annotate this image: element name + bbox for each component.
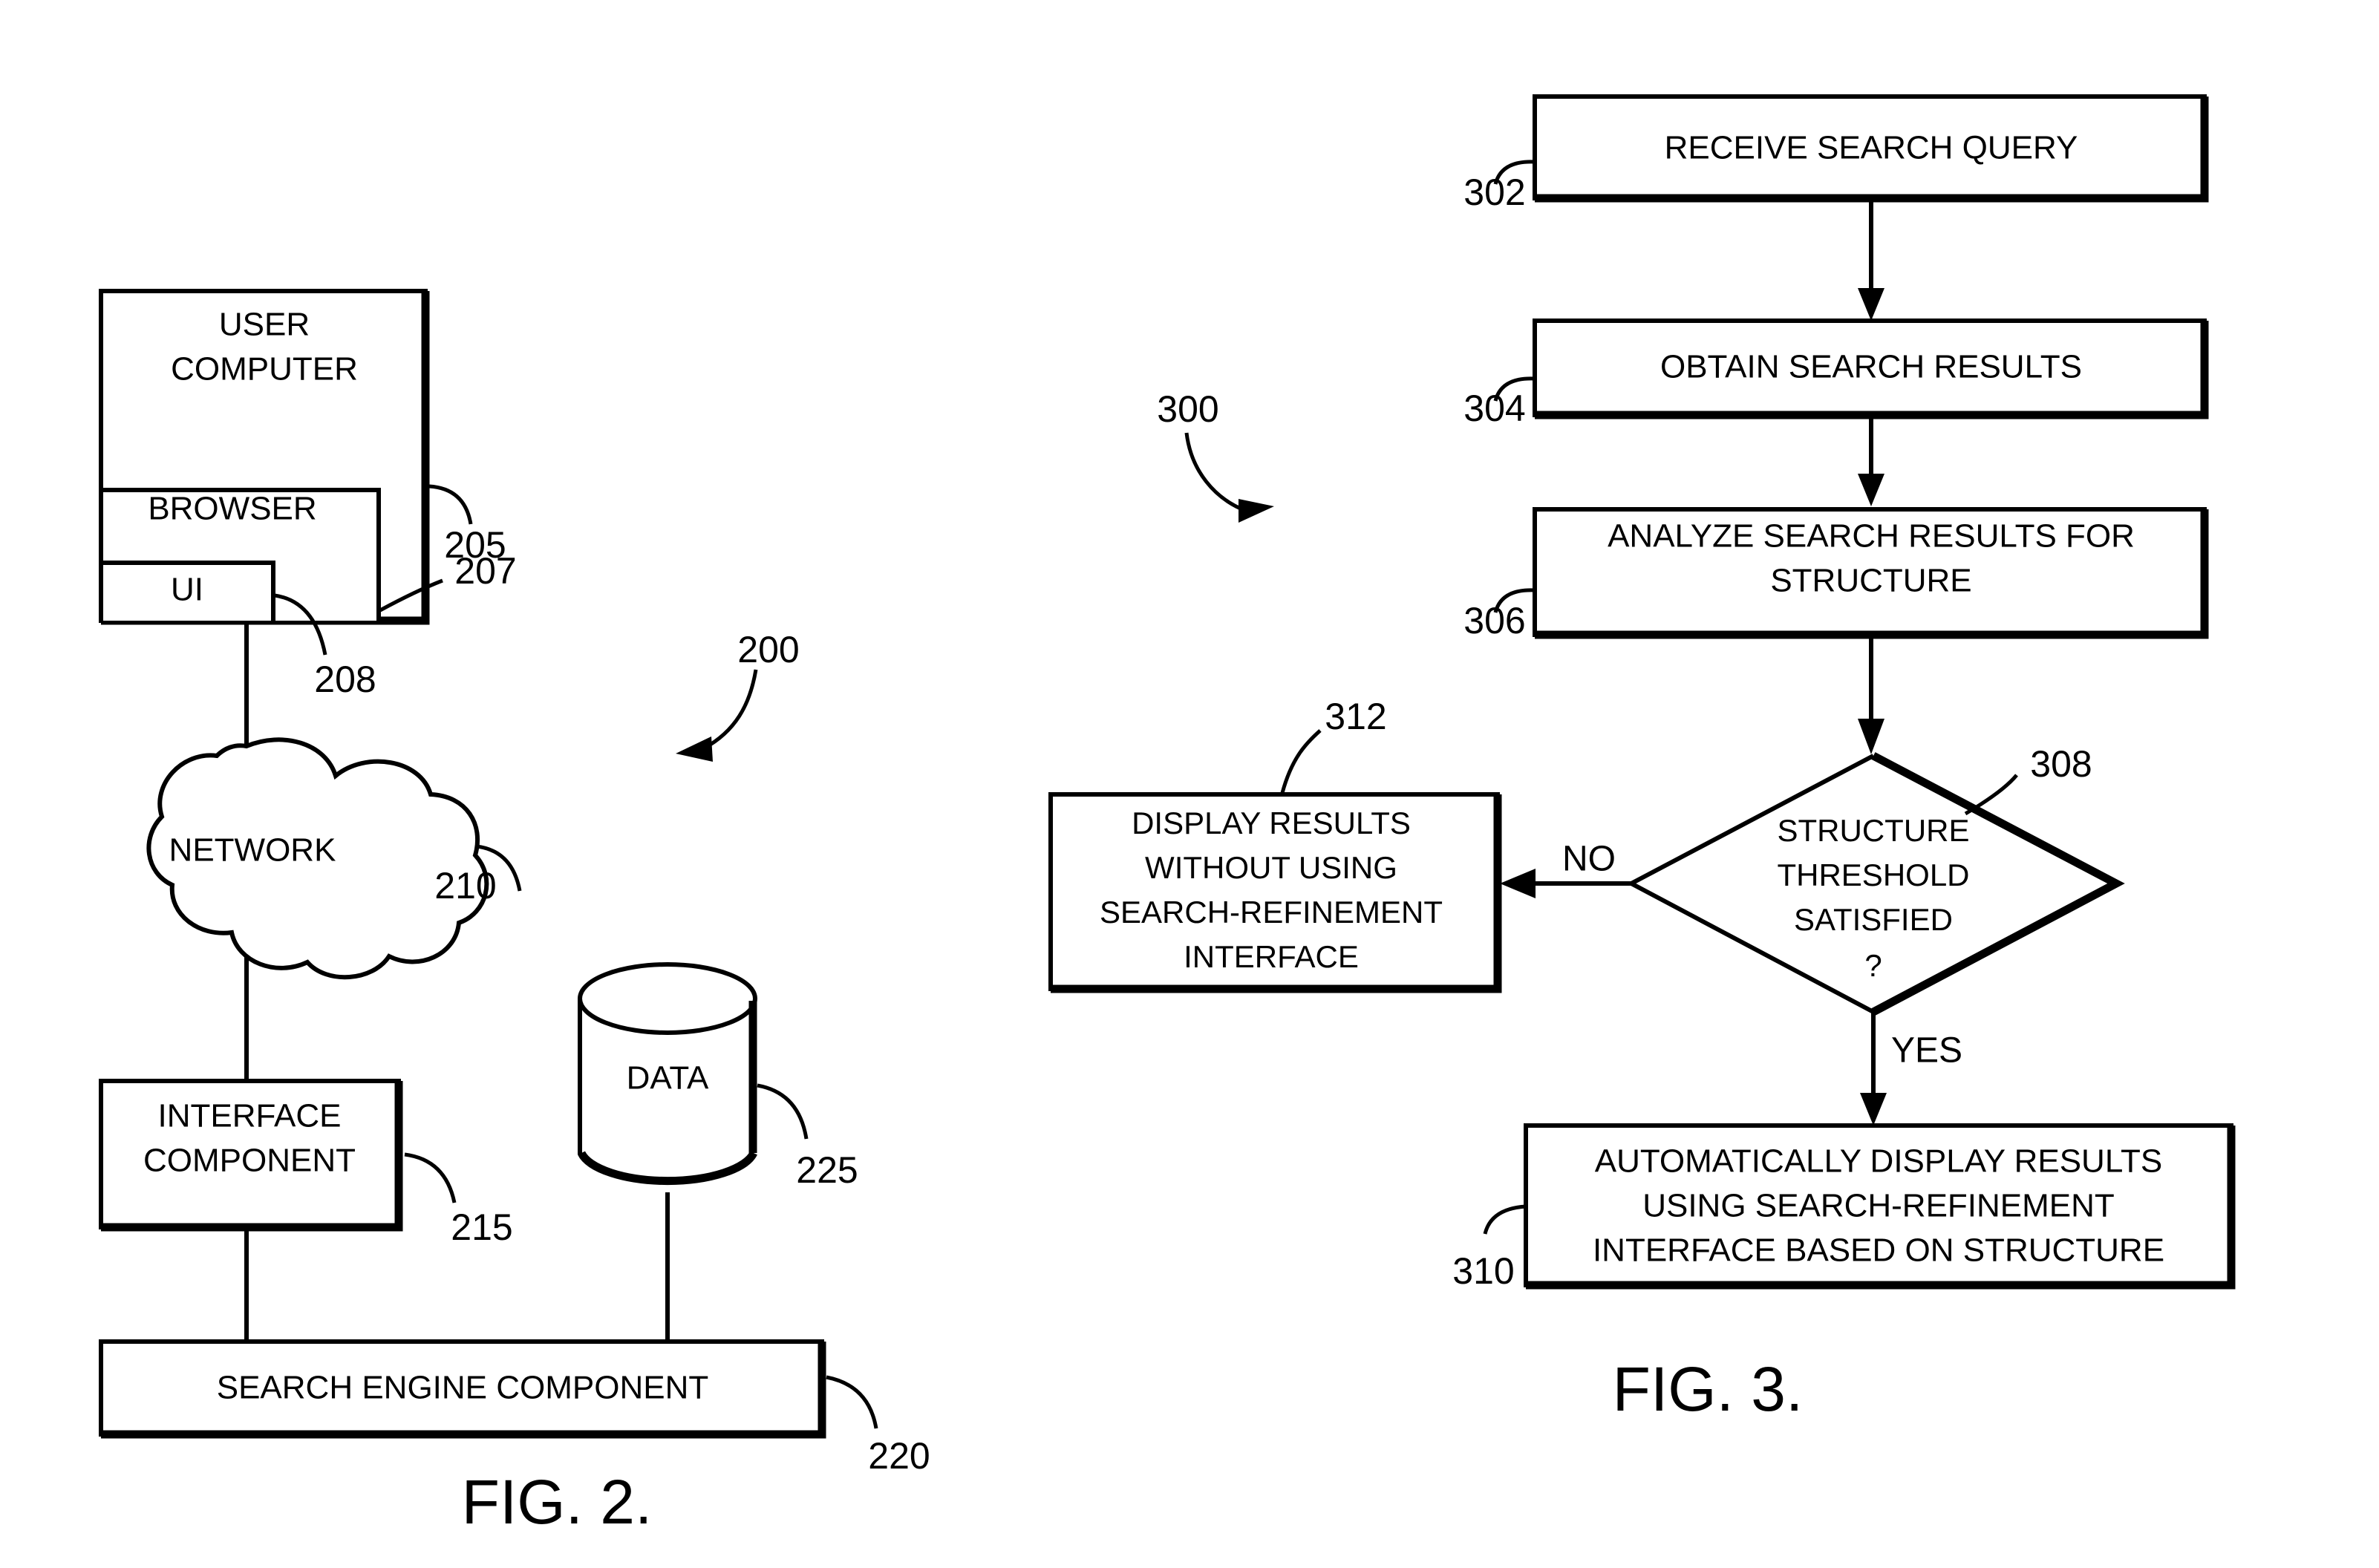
figure-3-caption: FIG. 3. (1613, 1354, 1804, 1424)
step-310: AUTOMATICALLY DISPLAY RESULTS USING SEAR… (1524, 1123, 2236, 1290)
reference-220: 220 (826, 1375, 930, 1477)
reference-300-arrowhead (1239, 499, 1274, 523)
figure-2-caption: FIG. 2. (462, 1467, 653, 1537)
reference-306-label: 306 (1463, 600, 1525, 641)
reference-310: 310 (1452, 1204, 1527, 1292)
arrow-306-to-308 (1858, 636, 1884, 754)
reference-215-label: 215 (451, 1206, 512, 1248)
step-312-line3: SEARCH-REFINEMENT (1100, 895, 1443, 930)
step-308-line3: SATISFIED (1794, 902, 1953, 937)
user-computer-label-line2: COMPUTER (171, 351, 358, 388)
step-304: OBTAIN SEARCH RESULTS (1533, 318, 2209, 419)
step-308-decision: STRUCTURE THRESHOLD SATISFIED ? (1626, 752, 2125, 1016)
step-308-line1: STRUCTURE (1778, 813, 1970, 848)
step-310-line2: USING SEARCH-REFINEMENT (1642, 1188, 2115, 1224)
reference-225-label: 225 (796, 1149, 858, 1191)
reference-225: 225 (757, 1083, 858, 1191)
node-data-store: DATA (578, 962, 757, 1189)
node-network: NETWORK (146, 737, 489, 980)
step-312-line2: WITHOUT USING (1145, 850, 1397, 885)
reference-220-label: 220 (868, 1435, 930, 1477)
reference-312: 312 (1280, 696, 1387, 794)
drawing-canvas: USER COMPUTER BROWSER UI 205 207 208 NET… (99, 94, 2236, 1537)
network-label: NETWORK (169, 832, 336, 869)
step-312: DISPLAY RESULTS WITHOUT USING SEARCH-REF… (1048, 792, 1502, 993)
reference-304: 304 (1463, 376, 1536, 429)
step-302-line1: RECEIVE SEARCH QUERY (1665, 130, 2078, 166)
reference-200-arrowhead (676, 736, 713, 762)
data-store-label: DATA (627, 1060, 709, 1097)
reference-308: 308 (1964, 743, 2092, 816)
interface-component-label-line2: COMPONENT (143, 1143, 356, 1179)
search-engine-component-label: SEARCH ENGINE COMPONENT (217, 1370, 709, 1406)
ui-label: UI (171, 572, 203, 608)
node-interface-component: INTERFACE COMPONENT (99, 1079, 403, 1232)
step-306-line2: STRUCTURE (1770, 563, 1971, 599)
reference-208-label: 208 (314, 659, 376, 700)
step-306: ANALYZE SEARCH RESULTS FOR STRUCTURE (1533, 507, 2209, 639)
reference-210-label: 210 (434, 865, 496, 906)
reference-300-label: 300 (1157, 388, 1218, 430)
branch-yes-label: YES (1891, 1031, 1962, 1071)
reference-306: 306 (1463, 588, 1536, 641)
step-306-line1: ANALYZE SEARCH RESULTS FOR (1608, 518, 2135, 555)
step-308-line2: THRESHOLD (1777, 858, 1969, 892)
browser-label: BROWSER (148, 491, 316, 527)
step-304-line1: OBTAIN SEARCH RESULTS (1660, 349, 2082, 385)
reference-215: 215 (404, 1152, 513, 1248)
patent-drawing-sheet: USER COMPUTER BROWSER UI 205 207 208 NET… (0, 0, 2379, 1568)
step-310-line1: AUTOMATICALLY DISPLAY RESULTS (1595, 1143, 2163, 1180)
reference-300: 300 (1157, 388, 1274, 523)
node-search-engine-component: SEARCH ENGINE COMPONENT (99, 1339, 826, 1439)
step-310-line3: INTERFACE BASED ON STRUCTURE (1593, 1232, 2164, 1269)
reference-304-label: 304 (1463, 388, 1525, 429)
branch-no-label: NO (1562, 840, 1616, 879)
reference-310-label: 310 (1452, 1250, 1514, 1292)
reference-200-label: 200 (737, 629, 799, 670)
step-312-line4: INTERFACE (1184, 939, 1359, 974)
step-302: RECEIVE SEARCH QUERY (1533, 94, 2209, 203)
branch-no: NO (1500, 840, 1631, 898)
arrow-302-to-304 (1858, 199, 1884, 321)
arrow-304-to-306 (1858, 416, 1884, 506)
reference-302: 302 (1463, 160, 1536, 213)
branch-yes: YES (1860, 1012, 1962, 1126)
reference-200: 200 (676, 629, 800, 762)
reference-302-label: 302 (1463, 172, 1525, 213)
reference-312-label: 312 (1325, 696, 1386, 737)
step-312-line1: DISPLAY RESULTS (1132, 806, 1411, 840)
reference-308-label: 308 (2030, 743, 2092, 785)
reference-207-label: 207 (454, 550, 516, 592)
node-ui: UI (99, 561, 275, 621)
interface-component-label-line1: INTERFACE (158, 1098, 342, 1134)
step-308-line4: ? (1864, 948, 1882, 983)
user-computer-label-line1: USER (219, 307, 310, 343)
